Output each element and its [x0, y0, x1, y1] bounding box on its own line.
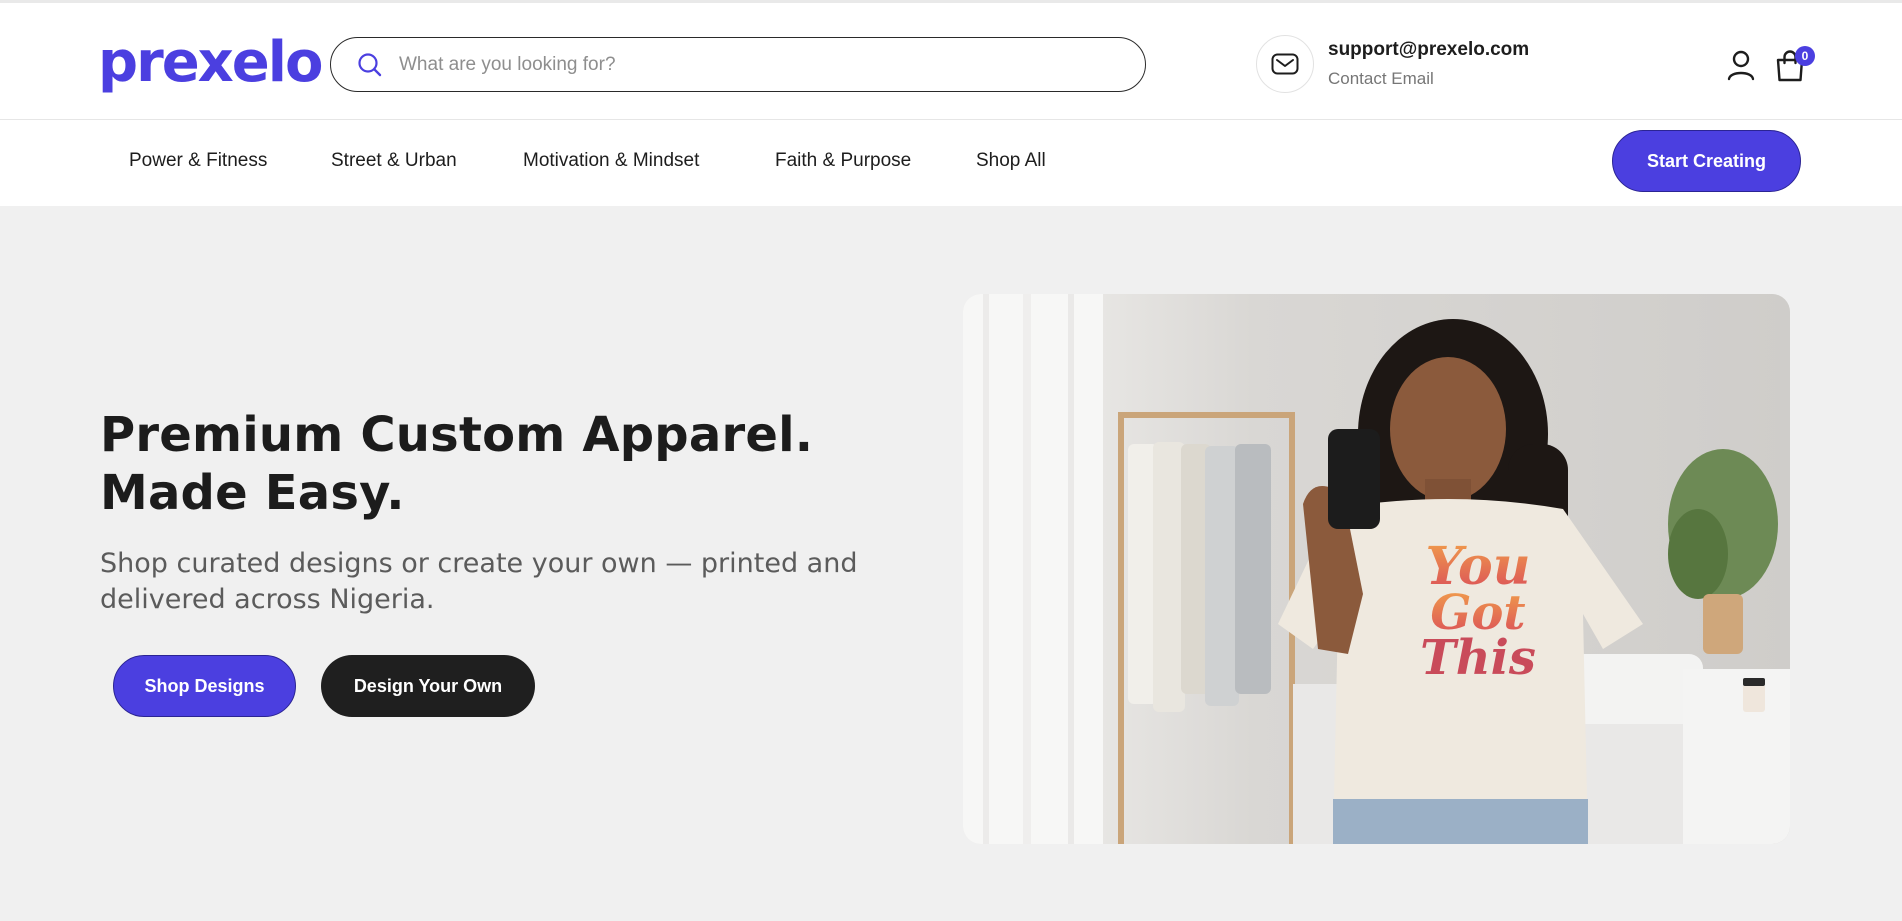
hero-title: Premium Custom Apparel. Made Easy.: [100, 406, 813, 522]
design-your-own-button[interactable]: Design Your Own: [321, 655, 535, 717]
hero-title-line-1: Premium Custom Apparel.: [100, 407, 814, 463]
main-nav: Power & Fitness Street & Urban Motivatio…: [0, 120, 1902, 206]
shop-designs-button[interactable]: Shop Designs: [113, 655, 296, 717]
cart-count-badge: 0: [1795, 46, 1815, 66]
nav-item-shop-all[interactable]: Shop All: [976, 150, 1046, 172]
search-input[interactable]: [399, 53, 1099, 76]
hero-photo: You Got This: [963, 294, 1790, 844]
contact-email-label: Contact Email: [1328, 69, 1434, 88]
nav-item-motivation-mindset[interactable]: Motivation & Mindset: [523, 150, 699, 172]
hero-title-line-2: Made Easy.: [100, 465, 405, 521]
start-creating-button[interactable]: Start Creating: [1612, 130, 1801, 192]
nav-item-faith-purpose[interactable]: Faith & Purpose: [775, 150, 911, 172]
svg-text:This: This: [1420, 630, 1536, 686]
brand-logo[interactable]: prexelo: [98, 27, 323, 99]
contact-email-link[interactable]: support@prexelo.com: [1328, 39, 1529, 61]
contact-mail-button[interactable]: [1256, 35, 1314, 93]
search-bar[interactable]: [330, 37, 1146, 92]
user-icon[interactable]: [1726, 49, 1756, 81]
search-icon[interactable]: [355, 50, 385, 80]
mail-icon: [1271, 53, 1299, 75]
nav-item-street-urban[interactable]: Street & Urban: [331, 150, 457, 172]
hero-subtitle: Shop curated designs or create your own …: [100, 548, 858, 615]
nav-item-power-fitness[interactable]: Power & Fitness: [129, 150, 267, 172]
hero-section: Premium Custom Apparel. Made Easy. Shop …: [0, 206, 1902, 921]
site-header: prexelo support@prexelo.com Contact Emai…: [0, 0, 1902, 120]
